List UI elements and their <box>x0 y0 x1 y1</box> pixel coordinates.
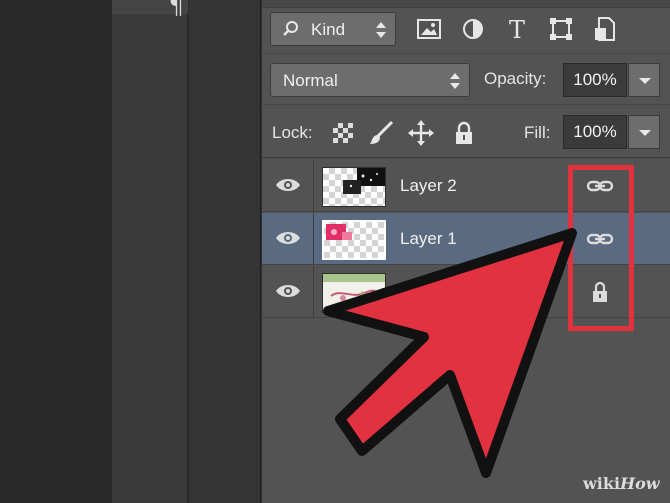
eye-icon <box>276 285 300 297</box>
pointer-arrow-icon <box>323 228 577 478</box>
layer-name[interactable]: Layer 2 <box>400 176 457 196</box>
type-filter-icon[interactable]: T <box>502 14 532 44</box>
collapsed-panel-strip: ¶ <box>112 0 188 503</box>
updown-arrows-icon <box>376 22 386 38</box>
opacity-dropdown-button[interactable] <box>628 63 660 97</box>
opacity-field[interactable]: 100% <box>563 63 627 97</box>
blend-mode-label: Normal <box>283 71 338 90</box>
fill-field[interactable]: 100% <box>563 115 627 149</box>
lock-all-icon[interactable] <box>451 120 477 146</box>
adjustment-filter-icon[interactable] <box>458 14 488 44</box>
filter-row: Kind T <box>262 8 670 54</box>
lock-position-icon[interactable] <box>408 120 434 146</box>
fill-label: Fill: <box>524 123 551 142</box>
kind-filter-select[interactable]: Kind <box>270 12 396 46</box>
image-filter-icon[interactable] <box>414 14 444 44</box>
canvas-area <box>0 0 112 503</box>
watermark-wiki: wiki <box>583 474 621 493</box>
type-glyph: T <box>509 16 525 44</box>
eye-icon <box>276 232 300 244</box>
panel-header <box>262 0 670 8</box>
blend-row: Normal Opacity: 100% <box>262 55 670 105</box>
watermark-how: How <box>620 474 660 493</box>
search-icon <box>283 21 298 36</box>
chevron-down-icon <box>639 78 651 84</box>
shape-filter-icon[interactable] <box>546 14 576 44</box>
panel-gutter <box>189 0 261 503</box>
lock-label: Lock: <box>272 123 313 142</box>
kind-label: Kind <box>311 20 346 39</box>
paragraph-icon[interactable]: ¶ <box>112 0 184 20</box>
eye-icon <box>276 179 300 191</box>
thumbnail-art <box>343 168 385 194</box>
blend-mode-select[interactable]: Normal <box>270 63 470 97</box>
layer-thumbnail[interactable] <box>322 167 386 207</box>
chevron-down-icon <box>639 130 651 136</box>
updown-arrows-icon <box>450 73 460 89</box>
fill-dropdown-button[interactable] <box>628 115 660 149</box>
opacity-label: Opacity: <box>484 69 547 88</box>
visibility-toggle[interactable] <box>262 160 314 212</box>
lock-transparent-pixels-icon[interactable] <box>330 120 356 146</box>
lock-image-pixels-icon[interactable] <box>368 120 394 146</box>
wikihow-watermark: wikiHow <box>583 474 660 493</box>
lock-row: Lock: Fill: 100% <box>262 106 670 158</box>
smart-object-filter-icon[interactable] <box>590 14 620 44</box>
